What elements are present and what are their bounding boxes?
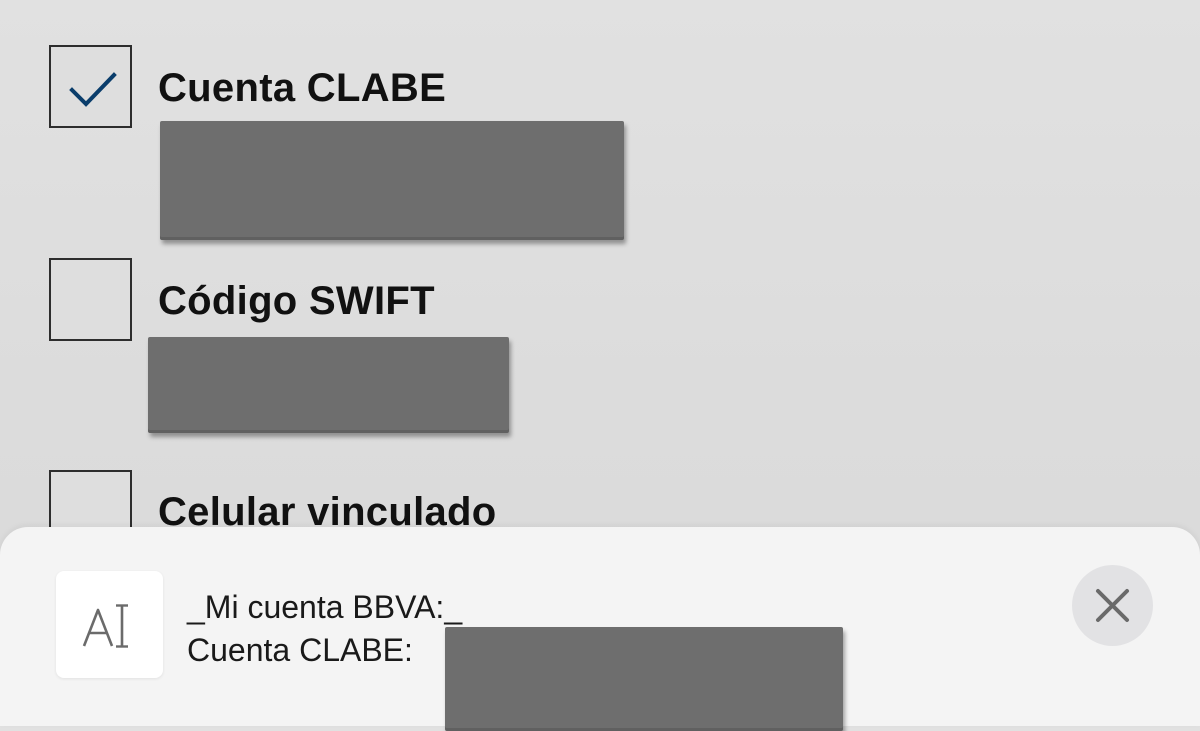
option-label-codigo-swift: Código SWIFT <box>158 279 435 323</box>
checkmark-icon <box>69 72 117 107</box>
redacted-clabe-value <box>160 121 624 240</box>
text-format-icon[interactable] <box>56 571 163 678</box>
clipboard-line-2-label: Cuenta CLABE: <box>187 632 413 668</box>
checkbox-cuenta-clabe[interactable] <box>49 45 132 128</box>
clipboard-sheet: _Mi cuenta BBVA:_ Cuenta CLABE: <box>0 527 1200 731</box>
close-button[interactable] <box>1072 565 1153 646</box>
checkbox-codigo-swift[interactable] <box>49 258 132 341</box>
option-label-cuenta-clabe: Cuenta CLABE <box>158 66 447 110</box>
clipboard-line-1: _Mi cuenta BBVA:_ <box>187 589 463 625</box>
redacted-clipboard-clabe <box>445 627 843 731</box>
redacted-swift-value <box>148 337 509 433</box>
close-icon <box>1096 589 1129 622</box>
